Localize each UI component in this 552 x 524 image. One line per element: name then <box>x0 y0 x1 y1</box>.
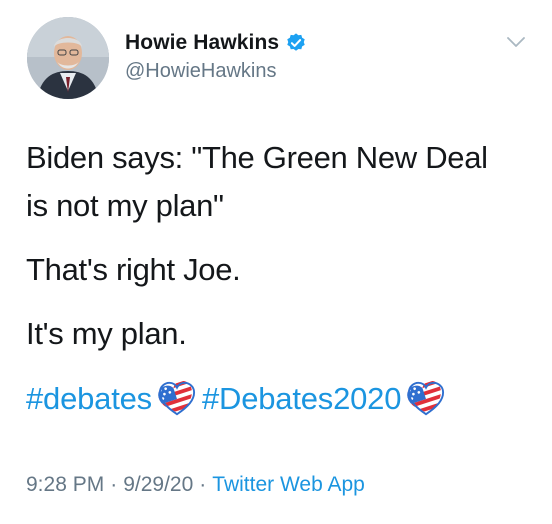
tweet-line: It's my plan. <box>26 316 187 351</box>
tweet-line: That's right Joe. <box>26 252 241 287</box>
tweet-line: is not my plan" <box>26 188 224 223</box>
meta-separator: · <box>110 473 118 496</box>
hashtag-link[interactable]: #debates <box>26 381 152 417</box>
tweet-source-link[interactable]: Twitter Web App <box>212 473 365 496</box>
tweet-date[interactable]: 9/29/20 <box>123 473 193 496</box>
heart-icon[interactable] <box>407 380 446 418</box>
tweet-card: Howie Hawkins @HowieHawkins Biden says: … <box>0 0 552 524</box>
tweet-meta: 9:28 PM · 9/29/20 · Twitter Web App <box>26 473 365 497</box>
hashtag-row: #debates #Debates2020 <box>26 380 451 418</box>
tweet-text: Biden says: "The Green New Deal is not m… <box>26 134 536 358</box>
handle[interactable]: @HowieHawkins <box>125 60 307 83</box>
tweet-line: Biden says: "The Green New Deal <box>26 140 488 175</box>
tweet-time[interactable]: 9:28 PM <box>26 473 104 496</box>
author-block: Howie Hawkins @HowieHawkins <box>125 30 307 83</box>
avatar[interactable] <box>27 17 109 99</box>
hashtag-link[interactable]: #Debates2020 <box>202 381 401 417</box>
avatar-image <box>27 17 109 99</box>
chevron-down-icon[interactable] <box>506 35 526 49</box>
verified-badge-icon <box>287 33 305 51</box>
heart-icon[interactable] <box>157 380 196 418</box>
name-row: Howie Hawkins <box>125 30 307 56</box>
meta-separator: · <box>199 473 207 496</box>
display-name[interactable]: Howie Hawkins <box>125 31 279 55</box>
